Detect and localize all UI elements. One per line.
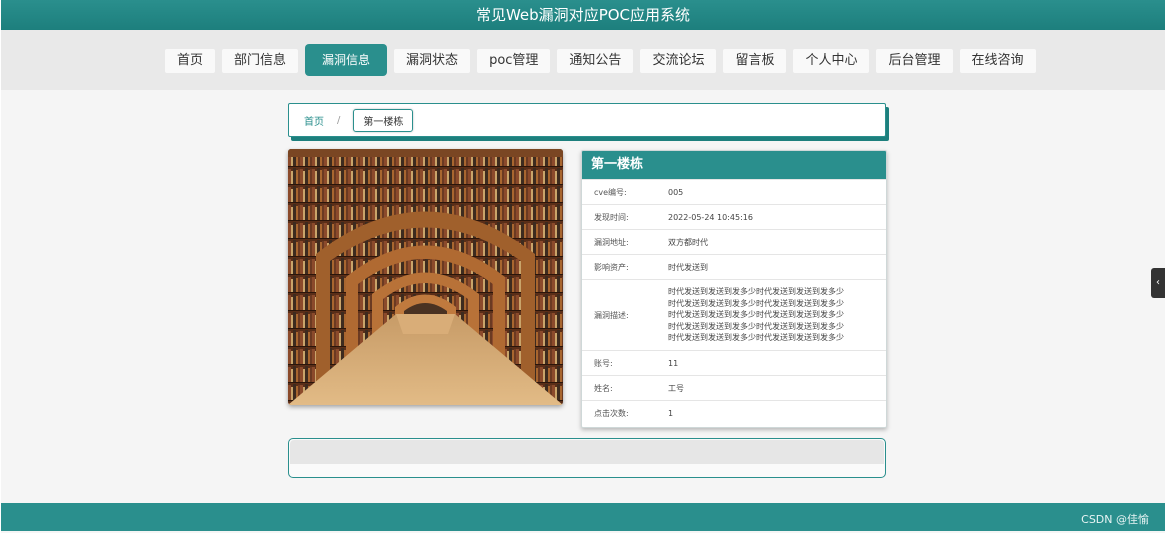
field-value: 双方都时代 xyxy=(668,229,886,255)
field-row-found-time: 发现时间: 2022-05-24 10:45:16 xyxy=(582,204,886,230)
detail-table: cve编号: 005 发现时间: 2022-05-24 10:45:16 漏洞地… xyxy=(582,179,886,426)
nav-item-departments[interactable]: 部门信息 xyxy=(222,49,299,73)
description-line: 时代发送到发送到发多少时代发送到发送到发多少 xyxy=(668,333,844,343)
field-value-description: 时代发送到发送到发多少时代发送到发送到发多少 时代发送到发送到发多少时代发送到发… xyxy=(668,279,886,351)
breadcrumb: 首页 / 第一楼栋 xyxy=(288,103,886,137)
nav-item-profile[interactable]: 个人中心 xyxy=(793,49,870,73)
library-illustration xyxy=(288,149,563,405)
field-row-clicks: 点击次数: 1 xyxy=(582,400,886,426)
field-row-name: 姓名: 工号 xyxy=(582,375,886,401)
field-label: 点击次数: xyxy=(582,400,668,426)
field-row-cve: cve编号: 005 xyxy=(582,179,886,205)
field-row-asset: 影响资产: 时代发送到 xyxy=(582,254,886,280)
description-line: 时代发送到发送到发多少时代发送到发送到发多少 xyxy=(668,310,844,320)
detail-title: 第一楼栋 xyxy=(582,151,886,179)
breadcrumb-separator: / xyxy=(337,114,341,126)
page: 常见Web漏洞对应POC应用系统 首页 部门信息 漏洞信息 漏洞状态 poc管理… xyxy=(1,0,1165,533)
field-label: 漏洞地址: xyxy=(582,229,668,255)
field-row-description: 漏洞描述: 时代发送到发送到发多少时代发送到发送到发多少 时代发送到发送到发多少… xyxy=(582,279,886,351)
field-row-account: 账号: 11 xyxy=(582,350,886,376)
nav-item-forum[interactable]: 交流论坛 xyxy=(640,49,717,73)
nav-item-vulnerabilities[interactable]: 漏洞信息 xyxy=(305,44,388,76)
breadcrumb-home[interactable]: 首页 xyxy=(304,113,324,128)
breadcrumb-current[interactable]: 第一楼栋 xyxy=(353,108,414,132)
field-value: 11 xyxy=(668,350,886,376)
nav-item-admin[interactable]: 后台管理 xyxy=(876,49,953,73)
field-value: 005 xyxy=(668,179,886,205)
nav-item-messages[interactable]: 留言板 xyxy=(723,49,787,73)
description-line: 时代发送到发送到发多少时代发送到发送到发多少 xyxy=(668,298,844,308)
nav-bar: 首页 部门信息 漏洞信息 漏洞状态 poc管理 通知公告 交流论坛 留言板 个人… xyxy=(1,30,1165,90)
field-value: 1 xyxy=(668,400,886,426)
side-collapse-tab[interactable]: ‹ xyxy=(1151,268,1165,298)
chevron-left-icon: ‹ xyxy=(1156,277,1160,288)
description-line: 时代发送到发送到发多少时代发送到发送到发多少 xyxy=(668,287,844,297)
nav-item-home[interactable]: 首页 xyxy=(165,49,216,73)
nav-item-notices[interactable]: 通知公告 xyxy=(557,49,634,73)
main-nav: 首页 部门信息 漏洞信息 漏洞状态 poc管理 通知公告 交流论坛 留言板 个人… xyxy=(165,44,1036,78)
app-title: 常见Web漏洞对应POC应用系统 xyxy=(475,6,691,24)
description-line: 时代发送到发送到发多少时代发送到发送到发多少 xyxy=(668,321,844,331)
field-label: cve编号: xyxy=(582,179,668,205)
field-label: 发现时间: xyxy=(582,204,668,230)
field-value: 时代发送到 xyxy=(668,254,886,280)
field-value: 2022-05-24 10:45:16 xyxy=(668,204,886,230)
vulnerability-detail-panel: 第一楼栋 cve编号: 005 发现时间: 2022-05-24 10:45:1… xyxy=(581,150,887,428)
field-value: 工号 xyxy=(668,375,886,401)
field-row-address: 漏洞地址: 双方都时代 xyxy=(582,229,886,255)
nav-item-consult[interactable]: 在线咨询 xyxy=(959,49,1036,73)
field-label: 账号: xyxy=(582,350,668,376)
footer: CSDN @佳愉 xyxy=(1,503,1165,531)
field-label: 姓名: xyxy=(582,375,668,401)
watermark: CSDN @佳愉 xyxy=(1081,513,1149,526)
nav-item-vuln-status[interactable]: 漏洞状态 xyxy=(394,49,471,73)
library-image xyxy=(288,149,563,405)
field-label: 影响资产: xyxy=(582,254,668,280)
field-label: 漏洞描述: xyxy=(582,279,668,351)
app-header: 常见Web漏洞对应POC应用系统 xyxy=(1,0,1165,30)
nav-item-poc[interactable]: poc管理 xyxy=(477,49,551,73)
content-box xyxy=(288,438,886,478)
content-box-header xyxy=(290,440,884,464)
